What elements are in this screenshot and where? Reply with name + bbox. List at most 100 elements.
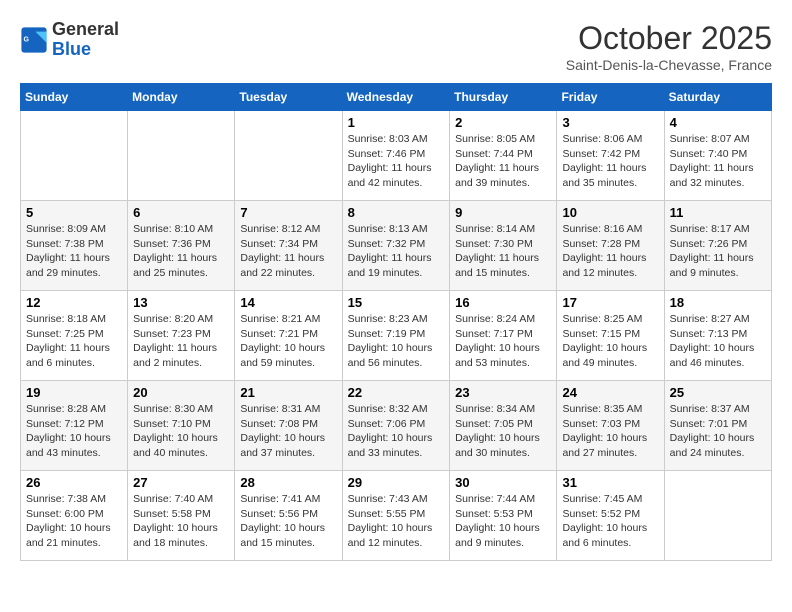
calendar-cell: 6 Sunrise: 8:10 AM Sunset: 7:36 PM Daylig… [128, 201, 235, 291]
day-number: 28 [240, 475, 336, 490]
calendar-cell: 10 Sunrise: 8:16 AM Sunset: 7:28 PM Dayli… [557, 201, 664, 291]
calendar-cell: 16Sunrise: 8:24 AM Sunset: 7:17 PM Dayli… [450, 291, 557, 381]
header-monday: Monday [128, 84, 235, 111]
day-info: Sunrise: 8:32 AM Sunset: 7:06 PM Dayligh… [348, 402, 445, 461]
calendar-cell: 9 Sunrise: 8:14 AM Sunset: 7:30 PM Daylig… [450, 201, 557, 291]
calendar-cell: 18 Sunrise: 8:27 AM Sunset: 7:13 PM Dayli… [664, 291, 771, 381]
header-sunday: Sunday [21, 84, 128, 111]
logo-blue-text: Blue [52, 40, 119, 60]
calendar-cell: 31 Sunrise: 7:45 AM Sunset: 5:52 PM Dayli… [557, 471, 664, 561]
logo: G General Blue [20, 20, 119, 60]
day-info: Sunrise: 8:37 AM Sunset: 7:01 PM Dayligh… [670, 402, 766, 461]
calendar-cell: 3 Sunrise: 8:06 AM Sunset: 7:42 PM Daylig… [557, 111, 664, 201]
calendar-cell: 24 Sunrise: 8:35 AM Sunset: 7:03 PM Dayli… [557, 381, 664, 471]
calendar-cell: 23 Sunrise: 8:34 AM Sunset: 7:05 PM Dayli… [450, 381, 557, 471]
calendar-cell: 8Sunrise: 8:13 AM Sunset: 7:32 PM Daylig… [342, 201, 450, 291]
day-info: Sunrise: 8:34 AM Sunset: 7:05 PM Dayligh… [455, 402, 551, 461]
calendar-cell: 26 Sunrise: 7:38 AM Sunset: 6:00 PM Dayli… [21, 471, 128, 561]
day-info: Sunrise: 8:14 AM Sunset: 7:30 PM Dayligh… [455, 222, 551, 281]
day-info: Sunrise: 8:23 AM Sunset: 7:19 PM Dayligh… [348, 312, 445, 371]
day-number: 3 [562, 115, 658, 130]
day-info: Sunrise: 8:17 AM Sunset: 7:26 PM Dayligh… [670, 222, 766, 281]
calendar-cell: 2 Sunrise: 8:05 AM Sunset: 7:44 PM Daylig… [450, 111, 557, 201]
day-info: Sunrise: 8:18 AM Sunset: 7:25 PM Dayligh… [26, 312, 122, 371]
day-number: 12 [26, 295, 122, 310]
day-info: Sunrise: 8:06 AM Sunset: 7:42 PM Dayligh… [562, 132, 658, 191]
calendar-cell: 12 Sunrise: 8:18 AM Sunset: 7:25 PM Dayli… [21, 291, 128, 381]
day-number: 17 [562, 295, 658, 310]
calendar-week-row: 5 Sunrise: 8:09 AM Sunset: 7:38 PM Daylig… [21, 201, 772, 291]
day-info: Sunrise: 8:28 AM Sunset: 7:12 PM Dayligh… [26, 402, 122, 461]
calendar-cell: 11 Sunrise: 8:17 AM Sunset: 7:26 PM Dayli… [664, 201, 771, 291]
day-info: Sunrise: 7:45 AM Sunset: 5:52 PM Dayligh… [562, 492, 658, 551]
header-tuesday: Tuesday [235, 84, 342, 111]
header-wednesday: Wednesday [342, 84, 450, 111]
month-title: October 2025 [566, 20, 772, 57]
calendar-week-row: 26 Sunrise: 7:38 AM Sunset: 6:00 PM Dayli… [21, 471, 772, 561]
day-number: 10 [562, 205, 658, 220]
day-info: Sunrise: 8:35 AM Sunset: 7:03 PM Dayligh… [562, 402, 658, 461]
calendar-table: Sunday Monday Tuesday Wednesday Thursday… [20, 83, 772, 561]
calendar-cell [235, 111, 342, 201]
day-info: Sunrise: 7:38 AM Sunset: 6:00 PM Dayligh… [26, 492, 122, 551]
day-info: Sunrise: 7:40 AM Sunset: 5:58 PM Dayligh… [133, 492, 229, 551]
day-info: Sunrise: 7:41 AM Sunset: 5:56 PM Dayligh… [240, 492, 336, 551]
day-info: Sunrise: 8:09 AM Sunset: 7:38 PM Dayligh… [26, 222, 122, 281]
day-info: Sunrise: 8:13 AM Sunset: 7:32 PM Dayligh… [348, 222, 445, 281]
calendar-cell: 20 Sunrise: 8:30 AM Sunset: 7:10 PM Dayli… [128, 381, 235, 471]
day-number: 2 [455, 115, 551, 130]
svg-text:G: G [24, 36, 30, 43]
location-title: Saint-Denis-la-Chevasse, France [566, 57, 772, 73]
day-number: 4 [670, 115, 766, 130]
header-saturday: Saturday [664, 84, 771, 111]
day-number: 27 [133, 475, 229, 490]
calendar-cell: 21Sunrise: 8:31 AM Sunset: 7:08 PM Dayli… [235, 381, 342, 471]
calendar-week-row: 12 Sunrise: 8:18 AM Sunset: 7:25 PM Dayli… [21, 291, 772, 381]
calendar-cell: 19 Sunrise: 8:28 AM Sunset: 7:12 PM Dayli… [21, 381, 128, 471]
day-info: Sunrise: 8:21 AM Sunset: 7:21 PM Dayligh… [240, 312, 336, 371]
day-number: 19 [26, 385, 122, 400]
day-info: Sunrise: 8:10 AM Sunset: 7:36 PM Dayligh… [133, 222, 229, 281]
weekday-header-row: Sunday Monday Tuesday Wednesday Thursday… [21, 84, 772, 111]
calendar-cell: 22Sunrise: 8:32 AM Sunset: 7:06 PM Dayli… [342, 381, 450, 471]
day-number: 5 [26, 205, 122, 220]
calendar-cell: 14 Sunrise: 8:21 AM Sunset: 7:21 PM Dayli… [235, 291, 342, 381]
day-number: 7 [240, 205, 336, 220]
calendar-week-row: 19 Sunrise: 8:28 AM Sunset: 7:12 PM Dayli… [21, 381, 772, 471]
day-number: 26 [26, 475, 122, 490]
day-info: Sunrise: 8:07 AM Sunset: 7:40 PM Dayligh… [670, 132, 766, 191]
day-info: Sunrise: 8:31 AM Sunset: 7:08 PM Dayligh… [240, 402, 336, 461]
day-number: 18 [670, 295, 766, 310]
day-info: Sunrise: 8:30 AM Sunset: 7:10 PM Dayligh… [133, 402, 229, 461]
day-info: Sunrise: 8:25 AM Sunset: 7:15 PM Dayligh… [562, 312, 658, 371]
day-number: 9 [455, 205, 551, 220]
calendar-cell: 13Sunrise: 8:20 AM Sunset: 7:23 PM Dayli… [128, 291, 235, 381]
logo-icon: G [20, 26, 48, 54]
calendar-cell: 27 Sunrise: 7:40 AM Sunset: 5:58 PM Dayli… [128, 471, 235, 561]
day-info: Sunrise: 8:05 AM Sunset: 7:44 PM Dayligh… [455, 132, 551, 191]
calendar-cell: 4 Sunrise: 8:07 AM Sunset: 7:40 PM Daylig… [664, 111, 771, 201]
day-number: 14 [240, 295, 336, 310]
calendar-cell: 15 Sunrise: 8:23 AM Sunset: 7:19 PM Dayli… [342, 291, 450, 381]
title-area: October 2025 Saint-Denis-la-Chevasse, Fr… [566, 20, 772, 73]
day-number: 23 [455, 385, 551, 400]
day-info: Sunrise: 8:27 AM Sunset: 7:13 PM Dayligh… [670, 312, 766, 371]
day-number: 16 [455, 295, 551, 310]
day-number: 30 [455, 475, 551, 490]
day-number: 20 [133, 385, 229, 400]
day-info: Sunrise: 8:03 AM Sunset: 7:46 PM Dayligh… [348, 132, 445, 191]
day-number: 6 [133, 205, 229, 220]
calendar-cell: 25Sunrise: 8:37 AM Sunset: 7:01 PM Dayli… [664, 381, 771, 471]
day-info: Sunrise: 8:16 AM Sunset: 7:28 PM Dayligh… [562, 222, 658, 281]
calendar-cell [128, 111, 235, 201]
day-number: 11 [670, 205, 766, 220]
day-number: 15 [348, 295, 445, 310]
calendar-cell: 28 Sunrise: 7:41 AM Sunset: 5:56 PM Dayli… [235, 471, 342, 561]
page-header: G General Blue October 2025 Saint-Denis-… [20, 20, 772, 73]
day-number: 1 [348, 115, 445, 130]
day-number: 31 [562, 475, 658, 490]
day-number: 24 [562, 385, 658, 400]
calendar-cell: 1 Sunrise: 8:03 AM Sunset: 7:46 PM Daylig… [342, 111, 450, 201]
logo-general-text: General [52, 20, 119, 40]
calendar-week-row: 1 Sunrise: 8:03 AM Sunset: 7:46 PM Daylig… [21, 111, 772, 201]
